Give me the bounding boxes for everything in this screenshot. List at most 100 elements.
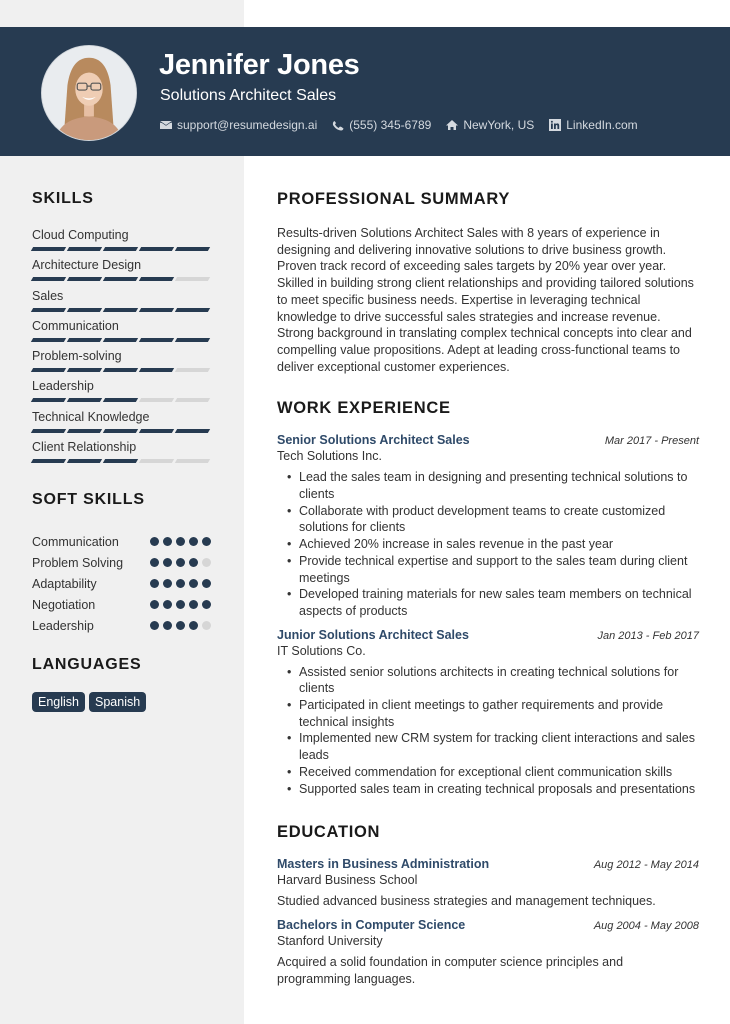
skill-segment-filled — [174, 337, 211, 342]
job-bullets: Lead the sales team in designing and pre… — [277, 469, 699, 619]
education-heading: EDUCATION — [277, 823, 381, 842]
skill-segment-filled — [66, 368, 103, 373]
skill-segment-empty — [174, 459, 211, 464]
rating-dot-filled — [176, 579, 185, 588]
job-bullet: Developed training materials for new sal… — [287, 586, 699, 619]
rating-dot-filled — [163, 621, 172, 630]
skill-segment-filled — [138, 368, 175, 373]
skill-segment-filled — [30, 247, 67, 251]
education-entry: Masters in Business Administration Aug 2… — [277, 857, 699, 910]
skill-item: Problem-solving — [30, 349, 212, 379]
job-bullet: Received commendation for exceptional cl… — [287, 764, 699, 781]
education-description: Acquired a solid foundation in computer … — [277, 954, 624, 986]
soft-skill-rating — [150, 600, 211, 609]
rating-dot-filled — [150, 600, 159, 609]
skill-segment-empty — [138, 398, 175, 403]
skill-segment-filled — [66, 428, 103, 433]
skill-label: Architecture Design — [32, 258, 142, 273]
rating-dot-empty — [202, 621, 211, 630]
skill-segment-filled — [102, 368, 139, 373]
soft-skill-rating — [150, 579, 211, 588]
education-entry: Bachelors in Computer Science Aug 2004 -… — [277, 918, 699, 987]
skill-segment-filled — [174, 307, 211, 312]
skill-segment-filled — [138, 277, 175, 282]
skill-segment-empty — [174, 277, 211, 282]
skill-segment-filled — [102, 428, 139, 433]
soft-skill-label: Problem Solving — [32, 555, 124, 570]
skill-item: Leadership — [30, 379, 212, 409]
skill-segment-filled — [138, 428, 175, 433]
degree-title: Bachelors in Computer Science — [277, 917, 466, 932]
skill-level-bar — [30, 277, 212, 282]
profile-photo — [41, 45, 137, 141]
skill-segment-filled — [174, 428, 211, 433]
skill-segment-empty — [174, 398, 211, 403]
rating-dot-filled — [163, 579, 172, 588]
soft-skill-item: Communication — [32, 531, 212, 552]
home-icon — [446, 119, 459, 131]
summary-section: PROFESSIONAL SUMMARY Results-driven Solu… — [277, 190, 699, 375]
contact-linkedin[interactable]: LinkedIn.com — [549, 118, 638, 132]
skill-segment-filled — [138, 337, 175, 342]
resume-header: Jennifer Jones Solutions Architect Sales… — [0, 27, 730, 156]
phone-icon — [332, 119, 344, 131]
rating-dot-filled — [176, 621, 185, 630]
skill-segment-filled — [66, 459, 103, 464]
rating-dot-filled — [189, 579, 198, 588]
education-date: Aug 2004 - May 2008 — [593, 919, 699, 932]
skill-level-bar — [30, 247, 212, 251]
contact-linkedin-text: LinkedIn.com — [566, 118, 638, 132]
skill-level-bar — [30, 459, 212, 464]
skill-segment-empty — [138, 459, 175, 464]
languages-section: LANGUAGES English Spanish — [32, 656, 212, 712]
skill-label: Client Relationship — [32, 440, 137, 455]
candidate-name: Jennifer Jones — [159, 49, 360, 81]
skill-level-bar — [30, 428, 212, 433]
skill-segment-filled — [102, 247, 139, 251]
soft-skill-item: Adaptability — [32, 573, 212, 594]
job-bullet: Supported sales team in creating technic… — [287, 781, 699, 798]
job-bullet: Collaborate with product development tea… — [287, 503, 699, 536]
degree-title: Masters in Business Administration — [277, 857, 490, 872]
rating-dot-filled — [189, 558, 198, 567]
rating-dot-filled — [150, 579, 159, 588]
soft-skill-item: Leadership — [32, 615, 212, 636]
work-experience-section: WORK EXPERIENCE Senior Solutions Archite… — [277, 399, 699, 797]
rating-dot-filled — [202, 537, 211, 546]
skill-level-bar — [30, 368, 212, 373]
soft-skill-rating — [150, 537, 211, 546]
skill-item: Cloud Computing — [30, 228, 212, 258]
skill-segment-filled — [174, 247, 211, 251]
skill-label: Sales — [32, 288, 64, 303]
skill-segment-filled — [30, 428, 67, 433]
skill-level-bar — [30, 398, 212, 403]
rating-dot-filled — [163, 600, 172, 609]
job-title: Senior Solutions Architect Sales — [277, 433, 470, 448]
skill-item: Sales — [30, 288, 212, 319]
job-date: Jan 2013 - Feb 2017 — [597, 629, 699, 642]
job-bullet: Achieved 20% increase in sales revenue i… — [287, 536, 699, 553]
contact-email-text: support@resumedesign.ai — [177, 118, 318, 132]
education-date: Aug 2012 - May 2014 — [593, 859, 699, 872]
education-description: Studied advanced business strategies and… — [277, 894, 656, 909]
skills-heading: SKILLS — [32, 190, 94, 207]
skill-segment-filled — [66, 307, 103, 312]
soft-skills-list: Communication Problem Solving Adaptability… — [32, 531, 212, 636]
skill-item: Communication — [30, 318, 212, 349]
rating-dot-filled — [202, 600, 211, 609]
skill-segment-filled — [102, 398, 139, 403]
skill-segment-filled — [138, 247, 175, 251]
rating-dot-filled — [150, 621, 159, 630]
skill-segment-filled — [66, 277, 103, 282]
skill-segment-filled — [30, 277, 67, 282]
job-bullet: Provide technical expertise and support … — [287, 553, 699, 586]
job-company: IT Solutions Co. — [277, 643, 366, 658]
skill-level-bar — [30, 307, 212, 312]
skill-item: Technical Knowledge — [30, 410, 212, 440]
candidate-title: Solutions Architect Sales — [160, 87, 337, 104]
contact-email[interactable]: support@resumedesign.ai — [160, 118, 317, 132]
skill-label: Communication — [32, 318, 119, 333]
rating-dot-filled — [189, 600, 198, 609]
profile-photo-illustration — [42, 46, 136, 140]
contact-phone[interactable]: (555) 345-6789 — [332, 118, 431, 132]
